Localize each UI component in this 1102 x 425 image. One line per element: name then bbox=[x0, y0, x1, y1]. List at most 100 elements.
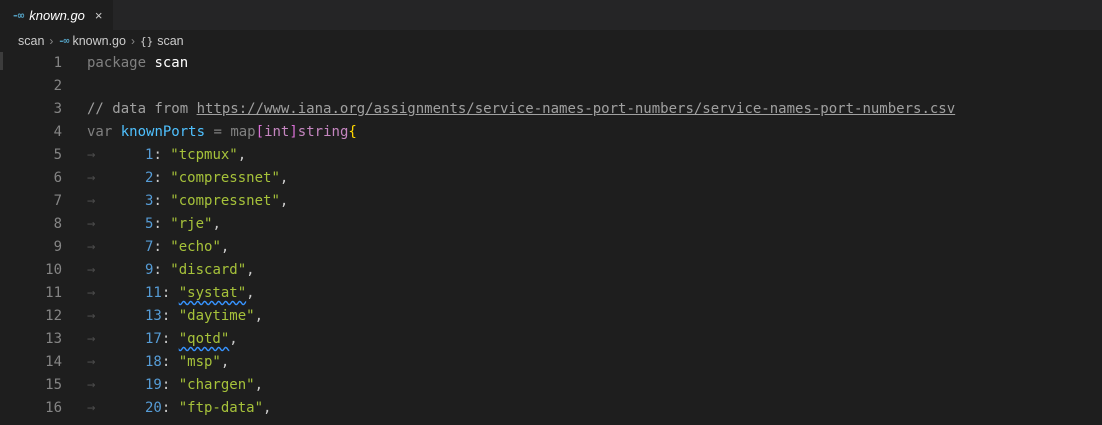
breadcrumb-folder[interactable]: scan bbox=[18, 34, 44, 48]
code-line[interactable]: 3 // data from https://www.iana.org/assi… bbox=[0, 98, 1102, 121]
comma: , bbox=[220, 239, 230, 255]
code-line[interactable]: 13 → 17: "qotd", bbox=[0, 328, 1102, 351]
tab-bar: -∞ known.go × bbox=[0, 0, 1102, 30]
chevron-right-icon: › bbox=[49, 34, 54, 48]
colon: : bbox=[161, 400, 179, 416]
tab-indent-arrow-icon: → bbox=[87, 170, 96, 186]
line-number: 4 bbox=[53, 124, 62, 140]
code-line[interactable]: 16 → 20: "ftp-data", bbox=[0, 397, 1102, 420]
tab-known-go[interactable]: -∞ known.go × bbox=[0, 0, 114, 30]
open-bracket: [ bbox=[255, 124, 265, 140]
map-keyword: map bbox=[230, 124, 256, 140]
service-name-string: "echo" bbox=[170, 239, 221, 255]
line-number: 3 bbox=[53, 101, 62, 117]
code-line[interactable]: 11 → 11: "systat", bbox=[0, 282, 1102, 305]
chevron-right-icon: › bbox=[130, 34, 135, 48]
code-text[interactable]: → 3: "compressnet", bbox=[62, 190, 288, 213]
colon: : bbox=[153, 239, 171, 255]
service-name-string: "discard" bbox=[170, 262, 247, 278]
code-line[interactable]: 4 var knownPorts = map[int]string{ bbox=[0, 121, 1102, 144]
code-text[interactable]: → 5: "rje", bbox=[62, 213, 221, 236]
code-text[interactable]: package scan bbox=[62, 52, 188, 75]
code-line[interactable]: 15 → 19: "chargen", bbox=[0, 374, 1102, 397]
breadcrumb-symbol[interactable]: scan bbox=[157, 34, 183, 48]
service-name-string: "chargen" bbox=[178, 377, 255, 393]
code-text[interactable]: → 1: "tcpmux", bbox=[62, 144, 246, 167]
comma: , bbox=[279, 170, 289, 186]
code-line[interactable]: 9 → 7: "echo", bbox=[0, 236, 1102, 259]
code-text[interactable]: → 7: "echo", bbox=[62, 236, 229, 259]
port-number: 18 bbox=[145, 354, 162, 370]
code-line[interactable]: 7 → 3: "compressnet", bbox=[0, 190, 1102, 213]
comma: , bbox=[254, 377, 264, 393]
comment-link[interactable]: https://www.iana.org/assignments/service… bbox=[197, 101, 956, 117]
tab-label: known.go bbox=[29, 7, 85, 23]
service-name-string: "rje" bbox=[170, 216, 213, 232]
code-text[interactable]: → 13: "daytime", bbox=[62, 305, 263, 328]
go-file-icon: -∞ bbox=[58, 35, 69, 47]
service-name-string: "compressnet" bbox=[170, 193, 280, 209]
colon: : bbox=[161, 354, 179, 370]
comma: , bbox=[229, 331, 238, 347]
comma: , bbox=[246, 285, 255, 301]
line-number: 9 bbox=[53, 239, 62, 255]
var-keyword: var bbox=[87, 124, 113, 140]
tab-indent-arrow-icon: → bbox=[87, 354, 96, 370]
breadcrumb: scan › -∞ known.go › {} scan bbox=[0, 30, 1102, 52]
tab-indent-arrow-icon: → bbox=[87, 239, 96, 255]
code-editor[interactable]: 1 package scan 2 3 // data from https://… bbox=[0, 52, 1102, 425]
line-number: 2 bbox=[53, 78, 62, 94]
port-number: 17 bbox=[145, 331, 162, 347]
port-number: 20 bbox=[145, 400, 162, 416]
code-text[interactable]: → 9: "discard", bbox=[62, 259, 255, 282]
code-text[interactable]: → 20: "ftp-data", bbox=[62, 397, 271, 420]
code-line[interactable]: 2 bbox=[0, 75, 1102, 98]
package-keyword: package bbox=[87, 55, 147, 71]
colon: : bbox=[153, 147, 171, 163]
colon: : bbox=[153, 262, 171, 278]
close-icon[interactable]: × bbox=[95, 8, 103, 23]
line-number: 8 bbox=[53, 216, 62, 232]
line-number: 10 bbox=[45, 262, 62, 278]
code-text[interactable]: var knownPorts = map[int]string{ bbox=[62, 121, 357, 144]
colon: : bbox=[153, 170, 171, 186]
line-number: 11 bbox=[45, 285, 62, 301]
code-line[interactable]: 14 → 18: "msp", bbox=[0, 351, 1102, 374]
service-name-string: "compressnet" bbox=[170, 170, 280, 186]
service-name-string: "ftp-data" bbox=[178, 400, 264, 416]
code-line[interactable]: 12 → 13: "daytime", bbox=[0, 305, 1102, 328]
tab-indent-arrow-icon: → bbox=[87, 262, 96, 278]
port-number: 19 bbox=[145, 377, 162, 393]
line-number: 5 bbox=[53, 147, 62, 163]
comma: , bbox=[246, 262, 255, 278]
line-number: 13 bbox=[45, 331, 62, 347]
line-number: 14 bbox=[45, 354, 62, 370]
comment-text: // data from bbox=[87, 101, 197, 117]
service-name-string: "systat" bbox=[178, 285, 247, 301]
comma: , bbox=[254, 308, 264, 324]
code-text[interactable]: → 2: "compressnet", bbox=[62, 167, 288, 190]
breadcrumb-file[interactable]: known.go bbox=[72, 34, 126, 48]
comma: , bbox=[263, 400, 272, 416]
comma: , bbox=[279, 193, 289, 209]
code-line[interactable]: 5 → 1: "tcpmux", bbox=[0, 144, 1102, 167]
code-line[interactable]: 6 → 2: "compressnet", bbox=[0, 167, 1102, 190]
colon: : bbox=[153, 216, 171, 232]
code-text[interactable] bbox=[62, 75, 87, 98]
line-number: 12 bbox=[45, 308, 62, 324]
port-number: 13 bbox=[145, 308, 162, 324]
service-name-string: "msp" bbox=[178, 354, 221, 370]
code-line[interactable]: 8 → 5: "rje", bbox=[0, 213, 1102, 236]
code-text[interactable]: → 11: "systat", bbox=[62, 282, 255, 305]
comma: , bbox=[212, 216, 221, 232]
tab-indent-arrow-icon: → bbox=[87, 193, 96, 209]
assign-operator: = bbox=[205, 124, 231, 140]
service-name-string: "daytime" bbox=[178, 308, 255, 324]
code-line[interactable]: 1 package scan bbox=[0, 52, 1102, 75]
code-text[interactable]: → 18: "msp", bbox=[62, 351, 229, 374]
code-line[interactable]: 10 → 9: "discard", bbox=[0, 259, 1102, 282]
tab-indent-arrow-icon: → bbox=[87, 400, 96, 416]
code-text[interactable]: → 19: "chargen", bbox=[62, 374, 263, 397]
code-text[interactable]: → 17: "qotd", bbox=[62, 328, 238, 351]
code-text[interactable]: // data from https://www.iana.org/assign… bbox=[62, 98, 955, 121]
